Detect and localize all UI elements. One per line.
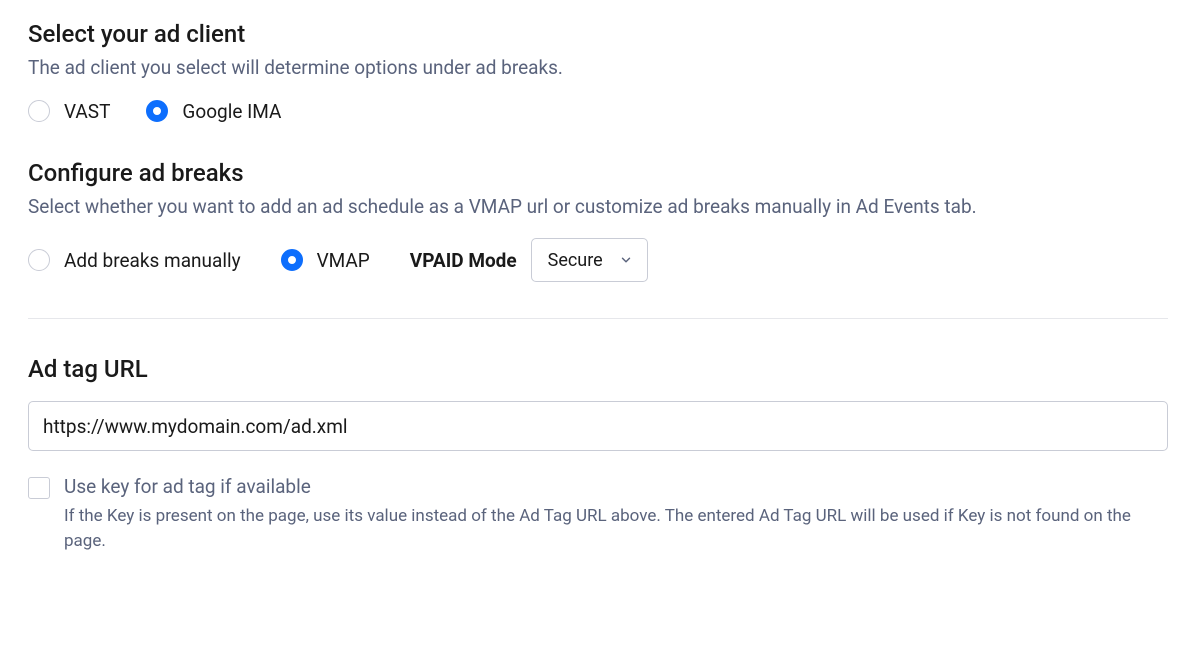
use-key-label: Use key for ad tag if available [64,475,1168,498]
vpaid-mode-label: VPAID Mode [410,249,517,272]
use-key-text: Use key for ad tag if available If the K… [64,475,1168,553]
ad-breaks-radio-manual[interactable]: Add breaks manually [28,249,241,272]
ad-client-radio-row: VAST Google IMA [28,100,1168,123]
ad-tag-title: Ad tag URL [28,355,1168,383]
ad-breaks-radio-vmap[interactable]: VMAP [281,249,370,272]
radio-icon-selected [146,100,168,122]
ad-client-desc: The ad client you select will determine … [28,54,1168,82]
use-key-row: Use key for ad tag if available If the K… [28,475,1168,553]
radio-label: VMAP [317,249,370,272]
ad-client-radio-google-ima[interactable]: Google IMA [146,100,281,123]
radio-icon-selected [281,249,303,271]
vpaid-mode-group: VPAID Mode Secure [410,238,648,282]
use-key-checkbox[interactable] [28,477,50,499]
ad-client-title: Select your ad client [28,20,1168,48]
radio-label: VAST [64,100,110,123]
radio-label: Google IMA [182,100,281,123]
section-divider [28,318,1168,319]
ad-breaks-radio-row: Add breaks manually VMAP VPAID Mode Secu… [28,238,1168,282]
ad-client-radio-vast[interactable]: VAST [28,100,110,123]
radio-icon [28,100,50,122]
ad-breaks-desc: Select whether you want to add an ad sch… [28,193,1168,221]
ad-tag-url-input[interactable] [28,401,1168,451]
radio-icon [28,249,50,271]
use-key-help: If the Key is present on the page, use i… [64,504,1168,553]
ad-breaks-title: Configure ad breaks [28,159,1168,187]
radio-label: Add breaks manually [64,249,241,272]
vpaid-mode-value: Secure [548,250,603,271]
vpaid-mode-select[interactable]: Secure [531,238,648,282]
chevron-down-icon [619,253,633,267]
